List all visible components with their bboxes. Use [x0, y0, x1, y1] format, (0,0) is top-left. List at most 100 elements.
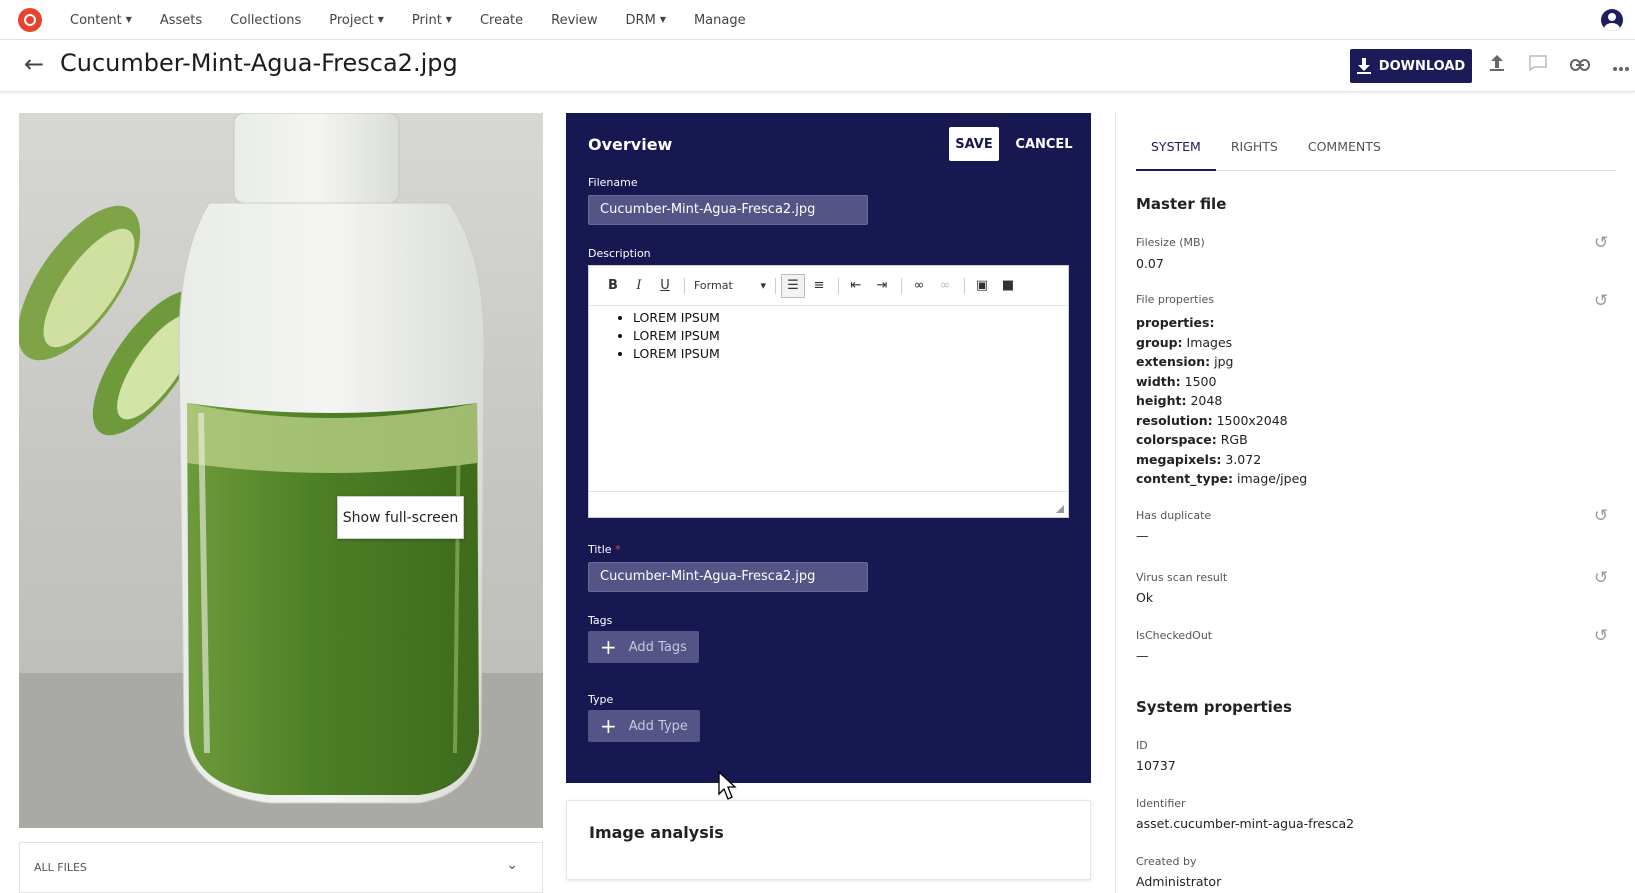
history-icon[interactable]: ↺	[1594, 233, 1608, 253]
title-label: Title *	[588, 543, 621, 556]
upload-icon[interactable]	[1484, 53, 1510, 79]
checked-out-label: IsCheckedOut	[1136, 629, 1213, 642]
indent-icon[interactable]: ⇥	[870, 274, 894, 298]
virus-scan-value: Ok	[1136, 590, 1154, 605]
asset-header: ← Cucumber-Mint-Agua-Fresca2.jpg DOWNLOA…	[0, 40, 1635, 92]
bulleted-list-icon[interactable]: ☰	[781, 273, 805, 298]
bold-icon[interactable]: B	[601, 274, 625, 298]
user-avatar-icon[interactable]	[1601, 9, 1623, 31]
history-icon[interactable]: ↺	[1594, 506, 1608, 526]
overview-panel: Overview SAVE CANCEL Filename Cucumber-M…	[566, 113, 1091, 783]
toolbar-separator	[775, 277, 776, 294]
file-properties-list: properties: group: Images extension: jpg…	[1136, 313, 1307, 489]
insert-link-icon[interactable]: ∞	[907, 274, 931, 298]
description-editor[interactable]: B I U Format▾ ☰ ≡ ⇤ ⇥ ∞ ∞ ▣ ■ LOREM IPSU…	[588, 265, 1069, 518]
system-properties-title: System properties	[1136, 698, 1292, 716]
history-icon[interactable]: ↺	[1594, 626, 1608, 646]
tab-system[interactable]: SYSTEM	[1136, 135, 1216, 171]
more-options-icon[interactable]	[1608, 53, 1634, 79]
toolbar-separator	[684, 277, 685, 294]
tab-comments[interactable]: COMMENTS	[1293, 135, 1396, 171]
list-item: LOREM IPSUM	[633, 346, 1068, 361]
created-by-value: Administrator	[1136, 874, 1222, 889]
add-tags-button[interactable]: + Add Tags	[588, 631, 699, 663]
filename-field[interactable]: Cucumber-Mint-Agua-Fresca2.jpg	[588, 195, 868, 225]
caret-down-icon: ▾	[760, 279, 766, 292]
editor-resize-handle[interactable]	[589, 491, 1068, 517]
chevron-down-icon: ⌄	[506, 857, 518, 873]
filesize-value: 0.07	[1136, 256, 1164, 271]
asset-preview-image[interactable]	[19, 113, 543, 828]
required-marker: *	[615, 543, 621, 556]
numbered-list-icon[interactable]: ≡	[807, 274, 831, 298]
list-item: LOREM IPSUM	[633, 328, 1068, 343]
identifier-value: asset.cucumber-mint-agua-fresca2	[1136, 816, 1355, 831]
cancel-button[interactable]: CANCEL	[1009, 127, 1079, 161]
nav-manage[interactable]: Manage	[682, 13, 758, 28]
back-arrow-icon[interactable]: ←	[24, 52, 44, 76]
caret-down-icon: ▼	[377, 14, 384, 24]
top-navigation: Content ▼ Assets Collections Project ▼ Pri…	[0, 0, 1635, 40]
title-field[interactable]: Cucumber-Mint-Agua-Fresca2.jpg	[588, 562, 868, 592]
nav-review[interactable]: Review	[539, 13, 609, 28]
italic-icon[interactable]: I	[627, 274, 651, 298]
property-row: megapixels: 3.072	[1136, 451, 1262, 467]
description-content[interactable]: LOREM IPSUM LOREM IPSUM LOREM IPSUM	[589, 306, 1068, 361]
id-value: 10737	[1136, 758, 1176, 773]
add-type-button[interactable]: + Add Type	[588, 710, 700, 742]
tags-label: Tags	[588, 614, 613, 627]
outdent-icon[interactable]: ⇤	[844, 274, 868, 298]
nav-assets[interactable]: Assets	[148, 13, 214, 28]
property-row: content_type: image/jpeg	[1136, 471, 1308, 486]
has-duplicate-value: —	[1136, 528, 1149, 543]
nav-project[interactable]: Project ▼	[317, 13, 396, 28]
image-analysis-title: Image analysis	[589, 823, 724, 842]
overview-title: Overview	[588, 135, 673, 154]
history-icon[interactable]: ↺	[1594, 291, 1608, 311]
main-menu: Content ▼ Assets Collections Project ▼ Pri…	[58, 0, 762, 40]
save-button[interactable]: SAVE	[949, 127, 999, 161]
asset-details-panel: SYSTEM RIGHTS COMMENTS Master file Files…	[1115, 113, 1635, 893]
toolbar-separator	[901, 277, 902, 294]
all-files-dropdown[interactable]: ALL FILES ⌄	[19, 842, 543, 893]
tab-rights[interactable]: RIGHTS	[1216, 135, 1293, 171]
nav-create[interactable]: Create	[468, 13, 535, 28]
image-analysis-panel[interactable]: Image analysis	[566, 800, 1091, 880]
caret-down-icon: ▼	[659, 14, 666, 24]
nav-content[interactable]: Content ▼	[58, 13, 144, 28]
details-tabs: SYSTEM RIGHTS COMMENTS	[1136, 135, 1616, 171]
unlink-icon[interactable]: ∞	[933, 274, 957, 298]
app-logo-icon[interactable]	[18, 8, 42, 32]
download-button[interactable]: DOWNLOAD	[1350, 49, 1472, 83]
filesize-label: Filesize (MB)	[1136, 236, 1205, 249]
caret-down-icon: ▼	[125, 14, 132, 24]
property-row: resolution: 1500x2048	[1136, 412, 1288, 428]
property-row: properties:	[1136, 315, 1215, 330]
history-icon[interactable]: ↺	[1594, 568, 1608, 588]
mouse-cursor-icon	[718, 771, 737, 800]
property-row: colorspace: RGB	[1136, 432, 1248, 447]
link-icon[interactable]	[1567, 53, 1593, 79]
property-row: group: Images	[1136, 334, 1233, 350]
has-duplicate-label: Has duplicate	[1136, 509, 1212, 522]
download-icon	[1356, 58, 1371, 74]
master-file-title: Master file	[1136, 195, 1227, 213]
plus-icon: +	[600, 714, 617, 738]
format-dropdown[interactable]: Format ▾	[690, 279, 770, 292]
type-label: Type	[588, 693, 614, 706]
nav-print[interactable]: Print ▼	[400, 13, 464, 28]
caret-down-icon: ▼	[445, 14, 452, 24]
underline-icon[interactable]: U	[653, 274, 677, 298]
identifier-label: Identifier	[1136, 797, 1186, 810]
toolbar-separator	[838, 277, 839, 294]
jar-photo	[19, 113, 543, 828]
comment-icon[interactable]	[1525, 53, 1551, 79]
nav-drm[interactable]: DRM ▼	[614, 13, 678, 28]
virus-scan-label: Virus scan result	[1136, 571, 1228, 584]
property-row: extension: jpg	[1136, 354, 1234, 369]
nav-collections[interactable]: Collections	[218, 13, 313, 28]
filename-label: Filename	[588, 176, 638, 189]
insert-media-icon[interactable]: ■	[996, 274, 1020, 298]
show-fullscreen-tooltip[interactable]: Show full-screen	[337, 496, 464, 539]
insert-image-icon[interactable]: ▣	[970, 274, 994, 298]
